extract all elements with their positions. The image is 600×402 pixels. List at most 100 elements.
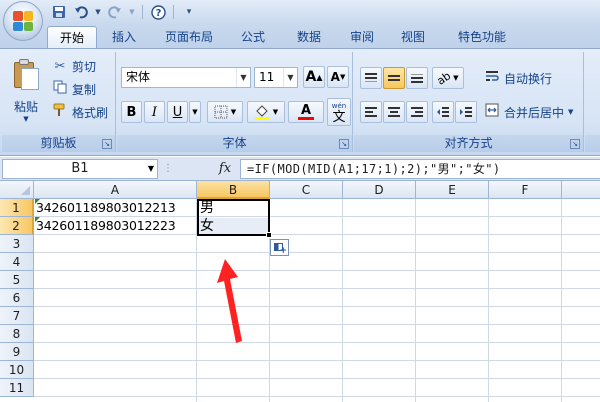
undo-icon[interactable]: [72, 3, 90, 21]
name-box[interactable]: B1 ▼: [2, 159, 158, 179]
font-dialog-launcher-icon[interactable]: ↘: [339, 139, 349, 149]
save-icon[interactable]: [50, 3, 68, 21]
row-header[interactable]: 3: [0, 235, 34, 253]
cell-b2[interactable]: 女: [199, 217, 267, 235]
worksheet-grid[interactable]: A B C D E F 1 2 3 4 5 6 7 8 9 10 11 3426…: [0, 181, 600, 402]
align-bottom-button[interactable]: [406, 67, 428, 89]
phonetic-button[interactable]: wén 文: [327, 98, 351, 126]
chevron-down-icon[interactable]: ▼: [148, 160, 154, 178]
clipboard-dialog-launcher-icon[interactable]: ↘: [102, 139, 112, 149]
align-right-button[interactable]: [406, 101, 428, 123]
redo-icon[interactable]: [106, 3, 124, 21]
wrap-text-button[interactable]: 自动换行: [484, 68, 552, 88]
auto-fill-options-button[interactable]: +: [270, 239, 289, 256]
font-name-combo[interactable]: 宋体 ▼: [121, 67, 251, 88]
formula-input[interactable]: =IF(MOD(MID(A1;17;1);2);"男";"女"): [240, 159, 600, 179]
align-middle-button[interactable]: [383, 67, 405, 89]
align-right-icon: [411, 107, 423, 117]
next-group-label: [585, 135, 600, 152]
bold-button[interactable]: B: [121, 101, 142, 123]
cell-a1[interactable]: 342601189803012213: [35, 199, 196, 217]
tab-home[interactable]: 开始: [47, 26, 97, 48]
scissors-icon: ✂: [54, 58, 66, 74]
row-header[interactable]: 6: [0, 289, 34, 307]
row-header[interactable]: 8: [0, 325, 34, 343]
column-header-f[interactable]: F: [489, 181, 562, 199]
underline-button[interactable]: U: [167, 101, 188, 123]
paste-button[interactable]: 粘贴 ▼: [6, 58, 46, 123]
tab-view[interactable]: 视图: [390, 26, 436, 48]
align-top-button[interactable]: [360, 67, 382, 89]
tab-review[interactable]: 审阅: [340, 26, 384, 48]
row-header[interactable]: 5: [0, 271, 34, 289]
font-size-combo[interactable]: 11 ▼: [254, 67, 298, 88]
gridline: [34, 288, 600, 289]
orientation-button[interactable]: ab ▼: [432, 67, 464, 89]
increase-indent-icon: [460, 107, 472, 117]
row-header[interactable]: 1: [0, 199, 34, 217]
formula-bar-grip-icon[interactable]: ⋮: [163, 163, 173, 175]
cell-a1-value: 342601189803012213: [36, 200, 176, 215]
redo-dropdown-icon[interactable]: ▼: [128, 3, 136, 21]
chevron-down-icon[interactable]: ▼: [283, 68, 297, 87]
format-painter-button[interactable]: 格式刷: [52, 102, 108, 122]
row-header[interactable]: 10: [0, 361, 34, 379]
shrink-font-button[interactable]: A ▼: [327, 66, 349, 88]
gridline: [34, 270, 600, 271]
align-left-button[interactable]: [360, 101, 382, 123]
office-button[interactable]: [3, 1, 43, 41]
column-header-d[interactable]: D: [343, 181, 416, 199]
cut-label: 剪切: [72, 59, 97, 74]
decrease-indent-icon: [437, 107, 449, 117]
grow-font-glyph: A: [305, 69, 317, 85]
decrease-indent-button[interactable]: [432, 101, 454, 123]
borders-button[interactable]: ▼: [207, 101, 243, 123]
cell-b1[interactable]: 男: [199, 199, 267, 217]
align-center-button[interactable]: [383, 101, 405, 123]
gridline: [34, 396, 600, 397]
column-header-a[interactable]: A: [34, 181, 197, 199]
fill-color-button[interactable]: ▼: [247, 101, 285, 123]
gridline: [34, 306, 600, 307]
row-header[interactable]: 11: [0, 379, 34, 397]
chevron-down-icon[interactable]: ▼: [236, 68, 250, 87]
cell-a2[interactable]: 342601189803012223: [35, 217, 196, 235]
qat-separator: [173, 5, 174, 19]
orientation-icon: ab: [434, 68, 454, 88]
grow-font-button[interactable]: A ▲: [303, 66, 325, 88]
column-header-c[interactable]: C: [270, 181, 343, 199]
align-center-icon: [388, 107, 400, 117]
column-header-partial[interactable]: [562, 181, 600, 199]
help-icon[interactable]: ?: [149, 3, 167, 21]
fill-bucket-icon: [254, 105, 269, 120]
row-header[interactable]: 7: [0, 307, 34, 325]
gridline: [488, 199, 489, 402]
column-header-e[interactable]: E: [416, 181, 489, 199]
underline-dropdown-icon[interactable]: ▼: [189, 101, 201, 123]
italic-button[interactable]: I: [144, 101, 165, 123]
merge-center-button[interactable]: 合并后居中 ▼: [484, 102, 573, 122]
column-header-b[interactable]: B: [197, 181, 270, 199]
cut-button[interactable]: ✂ 剪切: [52, 56, 96, 76]
fill-handle[interactable]: [266, 232, 272, 238]
tab-special-features[interactable]: 特色功能: [446, 26, 518, 48]
font-color-button[interactable]: A: [288, 101, 324, 123]
row-header[interactable]: 9: [0, 343, 34, 361]
tab-formulas[interactable]: 公式: [228, 26, 278, 48]
insert-function-button[interactable]: fx: [210, 159, 240, 179]
select-all-button[interactable]: [0, 181, 34, 199]
row-header[interactable]: 4: [0, 253, 34, 271]
copy-button[interactable]: 复制: [52, 79, 96, 99]
copy-icon: [52, 80, 68, 98]
tab-page-layout[interactable]: 页面布局: [156, 26, 222, 48]
chevron-down-icon[interactable]: ▼: [568, 108, 573, 116]
undo-dropdown-icon[interactable]: ▼: [94, 3, 102, 21]
tab-insert[interactable]: 插入: [100, 26, 148, 48]
tab-data[interactable]: 数据: [284, 26, 334, 48]
annotation-arrow-icon: [217, 259, 242, 343]
customize-icon[interactable]: ▾: [180, 3, 198, 21]
row-header[interactable]: 2: [0, 217, 34, 235]
error-indicator-icon: [35, 217, 40, 222]
alignment-dialog-launcher-icon[interactable]: ↘: [570, 139, 580, 149]
increase-indent-button[interactable]: [455, 101, 477, 123]
